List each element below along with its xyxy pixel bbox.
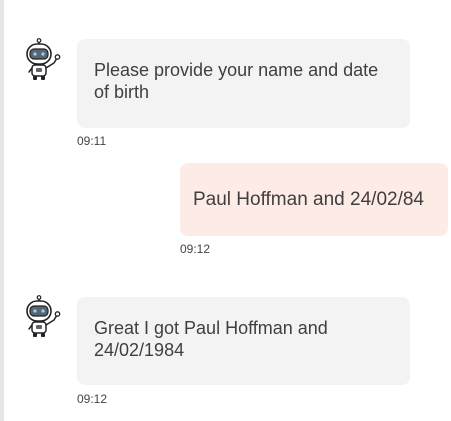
message-timestamp: 09:12 — [180, 242, 211, 256]
bot-avatar — [24, 295, 62, 339]
message-text: Paul Hoffman and 24/02/84 — [193, 188, 424, 210]
robot-icon — [24, 295, 62, 339]
bot-message-bubble: Please provide your name and date of bir… — [77, 39, 410, 128]
robot-icon — [24, 38, 62, 82]
message-text: Great I got Paul Hoffman and 24/02/1984 — [94, 318, 328, 360]
bot-avatar — [24, 38, 62, 82]
panel-border — [0, 0, 4, 421]
chat-transcript: Please provide your name and date of bir… — [0, 0, 451, 421]
message-timestamp: 09:12 — [77, 392, 108, 406]
message-text: Please provide your name and date of bir… — [94, 60, 379, 102]
bot-message-bubble: Great I got Paul Hoffman and 24/02/1984 — [77, 297, 410, 385]
message-timestamp: 09:11 — [77, 134, 107, 148]
user-message-bubble: Paul Hoffman and 24/02/84 — [180, 163, 448, 236]
